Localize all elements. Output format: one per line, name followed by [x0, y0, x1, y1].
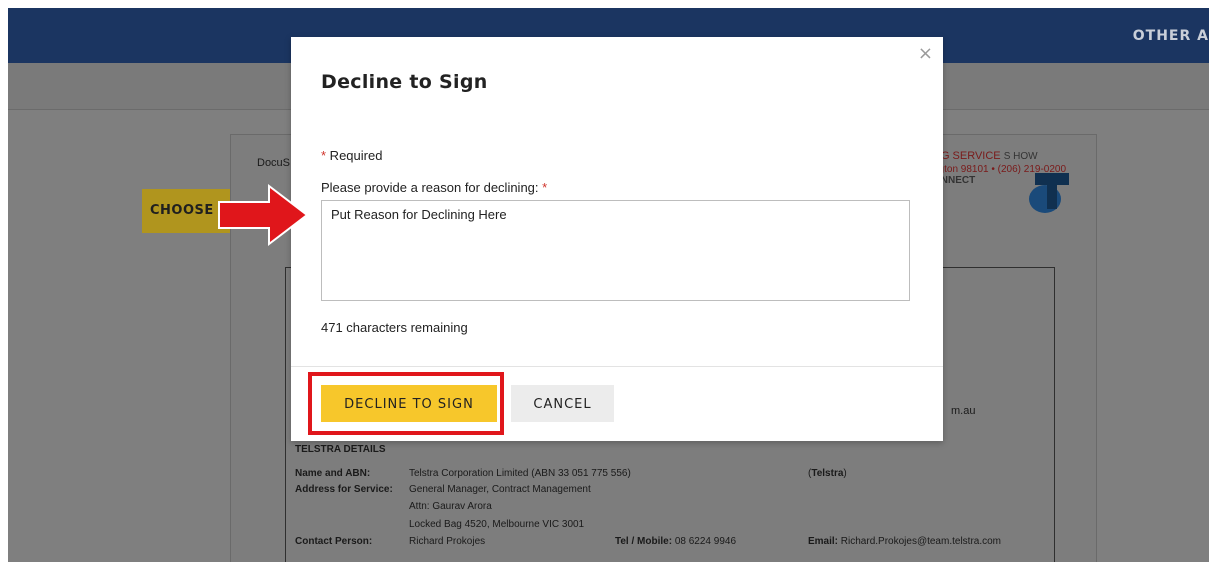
address-label: Address for Service: — [295, 484, 393, 495]
doc-email-fragment: m.au — [951, 405, 976, 417]
address-line-1: General Manager, Contract Management — [409, 484, 591, 495]
telstra-tag: (Telstra) — [808, 468, 847, 479]
dialog-title: Decline to Sign — [321, 71, 488, 93]
nav-other-actions[interactable]: OTHER A — [1133, 28, 1209, 44]
name-abn-value: Telstra Corporation Limited (ABN 33 051 … — [409, 468, 631, 479]
contact-value: Richard Prokojes — [409, 536, 486, 547]
address-line-2: Attn: Gaurav Arora — [409, 501, 492, 512]
doc-docusign-label: DocuS — [257, 157, 291, 169]
characters-remaining: 471 characters remaining — [321, 320, 468, 335]
cancel-button[interactable]: CANCEL — [511, 385, 614, 422]
decline-reason-input[interactable]: Put Reason for Declining Here — [321, 200, 910, 301]
contact-label: Contact Person: — [295, 536, 373, 547]
decline-to-sign-button[interactable]: DECLINE TO SIGN — [321, 385, 497, 422]
telstra-logo-icon — [1029, 173, 1069, 213]
footer-divider — [291, 366, 943, 367]
close-icon[interactable]: × — [918, 43, 933, 64]
required-note: * Required — [321, 148, 383, 163]
reason-label: Please provide a reason for declining: * — [321, 180, 548, 195]
right-arrow-icon — [218, 184, 309, 246]
decline-dialog: × Decline to Sign * Required Please prov… — [291, 37, 943, 441]
doc-service-heading: NG SERVICE S HOW — [933, 150, 1038, 162]
telstra-details-heading: TELSTRA DETAILS — [295, 444, 386, 455]
tel-field: Tel / Mobile: 08 6224 9946 — [615, 536, 736, 547]
name-abn-label: Name and ABN: — [295, 468, 371, 479]
address-line-3: Locked Bag 4520, Melbourne VIC 3001 — [409, 519, 585, 530]
email-field: Email: Richard.Prokojes@team.telstra.com — [808, 536, 1002, 547]
